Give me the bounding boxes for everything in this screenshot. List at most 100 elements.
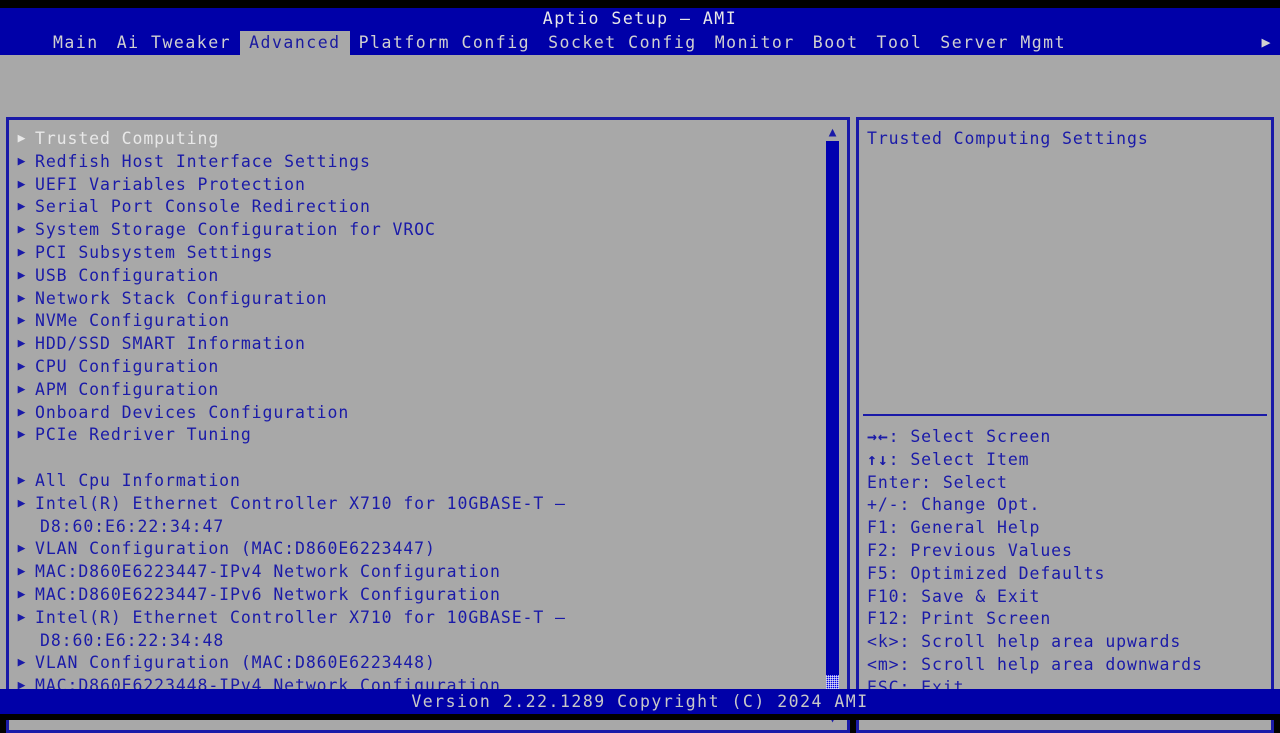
- help-key-row: F2: Previous Values: [867, 540, 1267, 563]
- list-item[interactable]: ▶ Serial Port Console Redirection: [9, 196, 819, 219]
- submenu-arrow-icon: ▶: [17, 381, 27, 397]
- list-item[interactable]: ▶ PCI Subsystem Settings: [9, 242, 819, 265]
- help-key-text: <m>: Scroll help area downwards: [867, 654, 1203, 674]
- list-item-label: All Cpu Information: [35, 470, 241, 490]
- help-key-row: F10: Save & Exit: [867, 586, 1267, 609]
- submenu-arrow-icon: ▶: [17, 199, 27, 215]
- list-item[interactable]: ▶ Intel(R) Ethernet Controller X710 for 1…: [9, 493, 819, 516]
- help-divider: [863, 414, 1267, 416]
- list-item[interactable]: ▶ Trusted Computing: [9, 128, 819, 151]
- submenu-arrow-icon: ▶: [17, 495, 27, 511]
- tab-ai-tweaker[interactable]: Ai Tweaker: [108, 31, 240, 55]
- list-item[interactable]: ▶ PCIe Redriver Tuning: [9, 424, 819, 447]
- submenu-arrow-icon: ▶: [17, 290, 27, 306]
- list-item-label: Onboard Devices Configuration: [35, 402, 350, 422]
- submenu-arrow-icon: ▶: [17, 358, 27, 374]
- help-key-row: <k>: Scroll help area upwards: [867, 631, 1267, 654]
- help-key-row: <m>: Scroll help area downwards: [867, 654, 1267, 677]
- help-panel: Trusted Computing Settings →←: Select Sc…: [856, 117, 1274, 733]
- list-item[interactable]: ▶ MAC:D860E6223447-IPv4 Network Configura…: [9, 561, 819, 584]
- list-item[interactable]: ▶ NVMe Configuration: [9, 310, 819, 333]
- submenu-arrow-icon: ▶: [17, 244, 27, 260]
- submenu-arrow-icon: ▶: [17, 267, 27, 283]
- list-item[interactable]: ▶ System Storage Configuration for VROC: [9, 219, 819, 242]
- list-item[interactable]: ▶ Intel(R) Ethernet Controller X710 for 1…: [9, 607, 819, 630]
- list-item[interactable]: ▶ VLAN Configuration (MAC:D860E6223447): [9, 538, 819, 561]
- help-key-text: F10: Save & Exit: [867, 586, 1041, 606]
- list-item-label: D8:60:E6:22:34:48: [40, 630, 225, 650]
- tab-advanced[interactable]: Advanced: [240, 30, 350, 55]
- list-item[interactable]: ▶ All Cpu Information: [9, 470, 819, 493]
- list-item[interactable]: ▶ CPU Configuration: [9, 356, 819, 379]
- help-key-text: : Select Item: [888, 449, 1030, 469]
- list-item[interactable]: ▶ UEFI Variables Protection: [9, 174, 819, 197]
- submenu-arrow-icon: ▶: [17, 427, 27, 443]
- tab-socket-config[interactable]: Socket Config: [539, 31, 706, 55]
- submenu-arrow-icon: ▶: [17, 472, 27, 488]
- scroll-up-arrow-icon[interactable]: ▲: [824, 126, 841, 140]
- list-item[interactable]: ▶ Redfish Host Interface Settings: [9, 151, 819, 174]
- scrollbar-track[interactable]: [826, 141, 839, 711]
- list-item[interactable]: ▶ Onboard Devices Configuration: [9, 402, 819, 425]
- submenu-arrow-icon: ▶: [17, 336, 27, 352]
- list-item[interactable]: ▶ Network Stack Configuration: [9, 288, 819, 311]
- submenu-arrow-icon: ▶: [17, 586, 27, 602]
- tab-monitor[interactable]: Monitor: [706, 31, 804, 55]
- list-item-label: D8:60:E6:22:34:47: [40, 516, 225, 536]
- submenu-arrow-icon: ▶: [17, 564, 27, 580]
- tab-tool[interactable]: Tool: [868, 31, 932, 55]
- list-item[interactable]: ▶ VLAN Configuration (MAC:D860E6223448): [9, 652, 819, 675]
- help-key-text: <k>: Scroll help area upwards: [867, 632, 1182, 652]
- list-item[interactable]: ▶ MAC:D860E6223447-IPv6 Network Configura…: [9, 584, 819, 607]
- tab-main[interactable]: Main: [44, 31, 108, 55]
- app-title: Aptio Setup – AMI: [0, 8, 1280, 30]
- list-item-label: Intel(R) Ethernet Controller X710 for 10…: [35, 607, 566, 627]
- help-key-text: Enter: Select: [867, 472, 1008, 492]
- help-key-text: +/-: Change Opt.: [867, 495, 1041, 515]
- list-item-label: NVMe Configuration: [35, 311, 231, 331]
- submenu-arrow-icon: ▶: [17, 609, 27, 625]
- submenu-arrow-icon: ▶: [17, 131, 27, 146]
- help-key-text: : Select Screen: [888, 427, 1052, 446]
- list-item-label: VLAN Configuration (MAC:D860E6223448): [35, 653, 436, 673]
- settings-list-panel: ▶ Trusted Computing ▶ Redfish Host Interfac…: [6, 117, 850, 733]
- list-item[interactable]: ▶ HDD/SSD SMART Information: [9, 333, 819, 356]
- list-item-label: PCIe Redriver Tuning: [35, 425, 252, 445]
- list-item[interactable]: ▶ USB Configuration: [9, 265, 819, 288]
- help-key-text: F12: Print Screen: [867, 609, 1052, 629]
- list-item[interactable]: D8:60:E6:22:34:48: [9, 630, 819, 653]
- list-item-label: APM Configuration: [35, 379, 220, 399]
- bottom-black-strip: [0, 714, 1280, 720]
- tab-boot[interactable]: Boot: [804, 31, 868, 55]
- submenu-arrow-icon: ▶: [17, 655, 27, 671]
- key-glyph-icon: →←: [867, 427, 889, 446]
- help-key-text: F1: General Help: [867, 518, 1041, 538]
- screen-body: ▶ Trusted Computing ▶ Redfish Host Interfac…: [0, 55, 1280, 733]
- key-glyph-icon: ↑↓: [867, 449, 889, 469]
- help-key-list: →←: Select Screen ↑↓: Select Item Enter: S…: [867, 426, 1267, 700]
- help-key-row: F12: Print Screen: [867, 608, 1267, 631]
- list-item-label: MAC:D860E6223447-IPv6 Network Configurat…: [35, 584, 501, 604]
- submenu-arrow-icon: ▶: [17, 541, 27, 557]
- list-item-label: Trusted Computing: [35, 129, 220, 148]
- list-item-label: USB Configuration: [35, 265, 220, 285]
- vertical-scrollbar[interactable]: ▲ ▼: [824, 126, 841, 726]
- settings-item-list: ▶ Trusted Computing ▶ Redfish Host Interfac…: [9, 128, 819, 698]
- submenu-arrow-icon: ▶: [17, 313, 27, 329]
- tab-server-mgmt[interactable]: Server Mgmt: [931, 31, 1075, 55]
- list-item-label: Redfish Host Interface Settings: [35, 151, 371, 171]
- chevron-right-icon[interactable]: ▶: [1261, 33, 1272, 52]
- list-item[interactable]: ▶ APM Configuration: [9, 379, 819, 402]
- list-item-label: UEFI Variables Protection: [35, 174, 306, 194]
- tab-platform-config[interactable]: Platform Config: [350, 31, 540, 55]
- top-black-strip: [0, 0, 1280, 8]
- list-item-label: Intel(R) Ethernet Controller X710 for 10…: [35, 493, 566, 513]
- list-item-label: MAC:D860E6223447-IPv4 Network Configurat…: [35, 562, 501, 582]
- help-key-row: ↑↓: Select Item: [867, 449, 1267, 472]
- list-item[interactable]: D8:60:E6:22:34:47: [9, 516, 819, 539]
- list-item-label: VLAN Configuration (MAC:D860E6223447): [35, 539, 436, 559]
- help-key-row: F1: General Help: [867, 517, 1267, 540]
- menu-bar: Main Ai Tweaker Advanced Platform Config Soc…: [0, 30, 1280, 55]
- submenu-arrow-icon: ▶: [17, 222, 27, 238]
